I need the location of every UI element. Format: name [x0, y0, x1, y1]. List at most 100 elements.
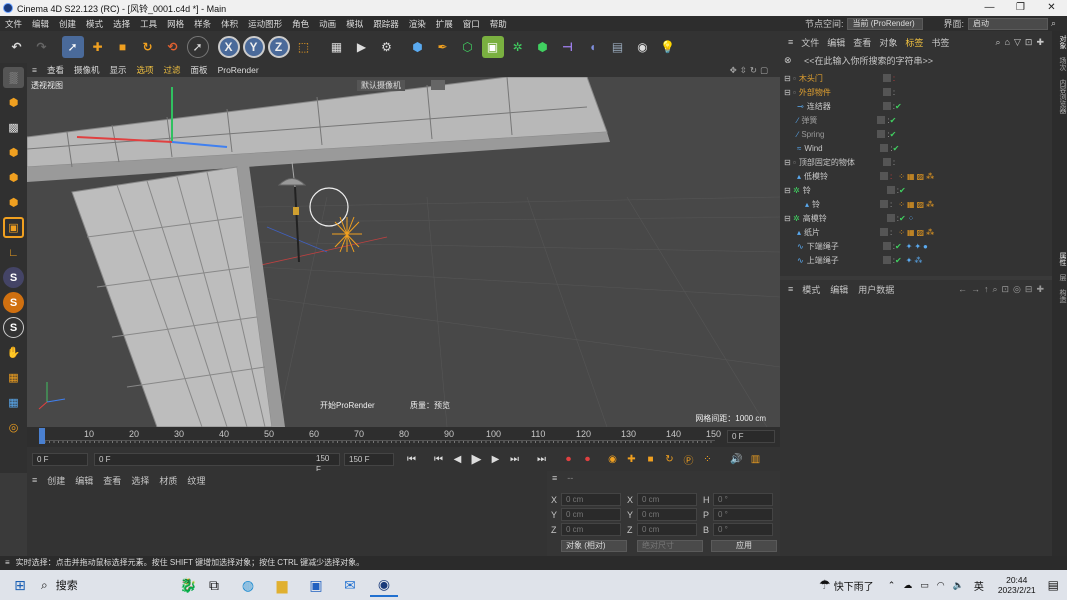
vp-menu-cameras[interactable]: 摄像机: [69, 64, 105, 76]
key-position-icon[interactable]: ✚: [624, 451, 640, 467]
play-icon[interactable]: ▶: [469, 451, 485, 467]
keyframe-selection-icon[interactable]: ◉: [605, 451, 621, 467]
render-settings-icon[interactable]: ⚙: [376, 36, 398, 58]
weather-text[interactable]: 快下雨了: [834, 578, 874, 593]
object-row[interactable]: ∿ 下端绳子: ✔ ✦✦●: [780, 239, 1048, 253]
light-icon[interactable]: 💡: [657, 36, 679, 58]
timeline-scale[interactable]: 0 10 20 30 40 50 60 70 80 90 100 110 120…: [40, 429, 721, 443]
cloner-icon[interactable]: ✲: [507, 36, 529, 58]
menu-tracker[interactable]: 跟踪器: [368, 18, 404, 30]
workplane-icon[interactable]: ▦: [3, 367, 24, 388]
polygons-mode-icon[interactable]: ⬢: [3, 192, 24, 213]
mograph-icon[interactable]: ⊣: [557, 36, 579, 58]
size-z-field[interactable]: 0 cm: [637, 523, 697, 536]
tweak-icon[interactable]: ✋: [3, 342, 24, 363]
layout-dropdown[interactable]: 启动: [968, 17, 1048, 30]
tab-structure[interactable]: 构造: [1052, 285, 1067, 307]
key-pla-icon[interactable]: ⁘: [700, 451, 716, 467]
render-picture-queue-icon[interactable]: ▶: [351, 36, 373, 58]
cinema4d-taskbar-icon[interactable]: ◉: [370, 573, 398, 597]
rot-b-field[interactable]: 0 °: [713, 523, 773, 536]
tray-overflow-icon[interactable]: ⌃: [888, 580, 896, 591]
status-menu-icon[interactable]: ≡: [5, 558, 10, 567]
x-axis-icon[interactable]: X: [217, 36, 240, 58]
sound-icon[interactable]: 🔊: [729, 451, 745, 467]
object-row[interactable]: ∿ 上端绳子: ✔ ✦⁂: [780, 253, 1048, 267]
object-row[interactable]: ⊟ ▫ 顶部固定的物体:: [780, 155, 1048, 169]
menu-volume[interactable]: 体积: [216, 18, 243, 30]
menu-extensions[interactable]: 扩展: [431, 18, 458, 30]
attr-menu-edit[interactable]: 编辑: [825, 283, 853, 296]
obj-toolbar-icons[interactable]: ⌕⌂▽⊡✚: [996, 37, 1048, 48]
render-view-icon[interactable]: ▦: [326, 36, 348, 58]
voronoi-icon[interactable]: ⬢: [532, 36, 554, 58]
edge-browser-icon[interactable]: ◍: [234, 573, 262, 597]
array-icon[interactable]: ▣: [481, 36, 504, 58]
tab-objects[interactable]: 对象: [1052, 31, 1067, 53]
pos-x-field[interactable]: 0 cm: [561, 493, 621, 506]
points-mode-icon[interactable]: ⬢: [3, 142, 24, 163]
menu-edit[interactable]: 编辑: [27, 18, 54, 30]
object-row[interactable]: ▴ 纸片: ⁘▦▨⁂: [780, 225, 1048, 239]
object-search-input[interactable]: <<在此输入你所搜索的字符串>>: [804, 54, 933, 67]
go-to-start-icon[interactable]: ⏮: [404, 451, 420, 467]
previous-frame-icon[interactable]: ◀: [450, 451, 466, 467]
menu-select[interactable]: 选择: [108, 18, 135, 30]
coordinate-system-icon[interactable]: ⬚: [293, 36, 315, 58]
rotate-icon[interactable]: ↻: [137, 36, 159, 58]
timeline-ruler[interactable]: 0 10 20 30 40 50 60 70 80 90 100 110 120…: [27, 427, 780, 447]
menu-character[interactable]: 角色: [287, 18, 314, 30]
menu-render[interactable]: 渲染: [404, 18, 431, 30]
snap-settings-icon[interactable]: S: [3, 292, 24, 313]
obj-menu-tags[interactable]: 标签: [901, 36, 927, 49]
live-select-icon[interactable]: ➚: [61, 36, 84, 58]
task-view-icon[interactable]: ⧉: [200, 573, 228, 597]
start-frame-field[interactable]: 0 F: [32, 452, 88, 466]
texture-mode-icon[interactable]: ▩: [3, 117, 24, 138]
object-row[interactable]: ▴ 铃: ⁘▦▨⁂: [780, 197, 1048, 211]
obj-menu-file[interactable]: 文件: [797, 36, 823, 49]
coordinate-mode-dropdown[interactable]: 对象 (相对): [561, 540, 627, 552]
undo-icon[interactable]: ↶: [6, 36, 28, 58]
size-mode-dropdown[interactable]: 绝对尺寸: [637, 540, 703, 552]
notifications-icon[interactable]: ▤: [1048, 578, 1059, 592]
perspective-viewport[interactable]: 透视视图 默认摄像机 开始ProRender 质量：预览 网格间距：1000 c…: [27, 77, 780, 427]
tab-layers[interactable]: 层: [1052, 270, 1067, 285]
go-to-end-icon[interactable]: ⏭: [534, 451, 550, 467]
vp-menu-panel[interactable]: 面板: [186, 64, 213, 76]
apply-button[interactable]: 应用: [711, 540, 777, 552]
rot-p-field[interactable]: 0 °: [713, 508, 773, 521]
wifi-icon[interactable]: ◠: [937, 580, 945, 591]
uv-mode-icon[interactable]: ▣: [3, 217, 24, 238]
current-frame-field[interactable]: 0 F: [727, 430, 775, 443]
rot-h-field[interactable]: 0 °: [713, 493, 773, 506]
make-editable-icon[interactable]: ▒: [3, 67, 24, 88]
pos-y-field[interactable]: 0 cm: [561, 508, 621, 521]
windows-start-icon[interactable]: ⊞: [6, 573, 34, 597]
vp-menu-prorender[interactable]: ProRender: [213, 65, 264, 75]
attr-menu-mode[interactable]: 模式: [797, 283, 825, 296]
recent-tools-icon[interactable]: ⟲: [162, 36, 184, 58]
attr-nav-icons[interactable]: ←→↑⌕⊡◎⊟✚: [958, 284, 1048, 295]
camera-icon-small[interactable]: [431, 80, 445, 90]
redo-icon[interactable]: ↷: [31, 36, 53, 58]
taskbar-search-input[interactable]: 搜索: [56, 577, 78, 593]
store-icon[interactable]: ▣: [302, 573, 330, 597]
next-key-icon[interactable]: ⏭: [507, 451, 523, 467]
menu-mesh[interactable]: 网格: [162, 18, 189, 30]
key-scale-icon[interactable]: ■: [643, 451, 659, 467]
subdivision-icon[interactable]: ⬡: [457, 36, 479, 58]
mat-menu-select[interactable]: 选择: [126, 474, 154, 487]
object-row[interactable]: ∕ Spring: ✔: [780, 127, 1048, 141]
film-icon[interactable]: ▥: [748, 451, 764, 467]
object-row[interactable]: ⊸ 连结器: ✔: [780, 99, 1048, 113]
menu-create[interactable]: 创建: [54, 18, 81, 30]
size-y-field[interactable]: 0 cm: [637, 508, 697, 521]
auto-key-icon[interactable]: ⏺: [580, 451, 596, 467]
next-frame-icon[interactable]: ▶: [488, 451, 504, 467]
menu-file[interactable]: 文件: [0, 18, 27, 30]
mat-menu-view[interactable]: 查看: [98, 474, 126, 487]
snap-icon[interactable]: S: [3, 267, 24, 288]
y-axis-icon[interactable]: Y: [242, 36, 265, 58]
vp-menu-display[interactable]: 显示: [105, 64, 132, 76]
